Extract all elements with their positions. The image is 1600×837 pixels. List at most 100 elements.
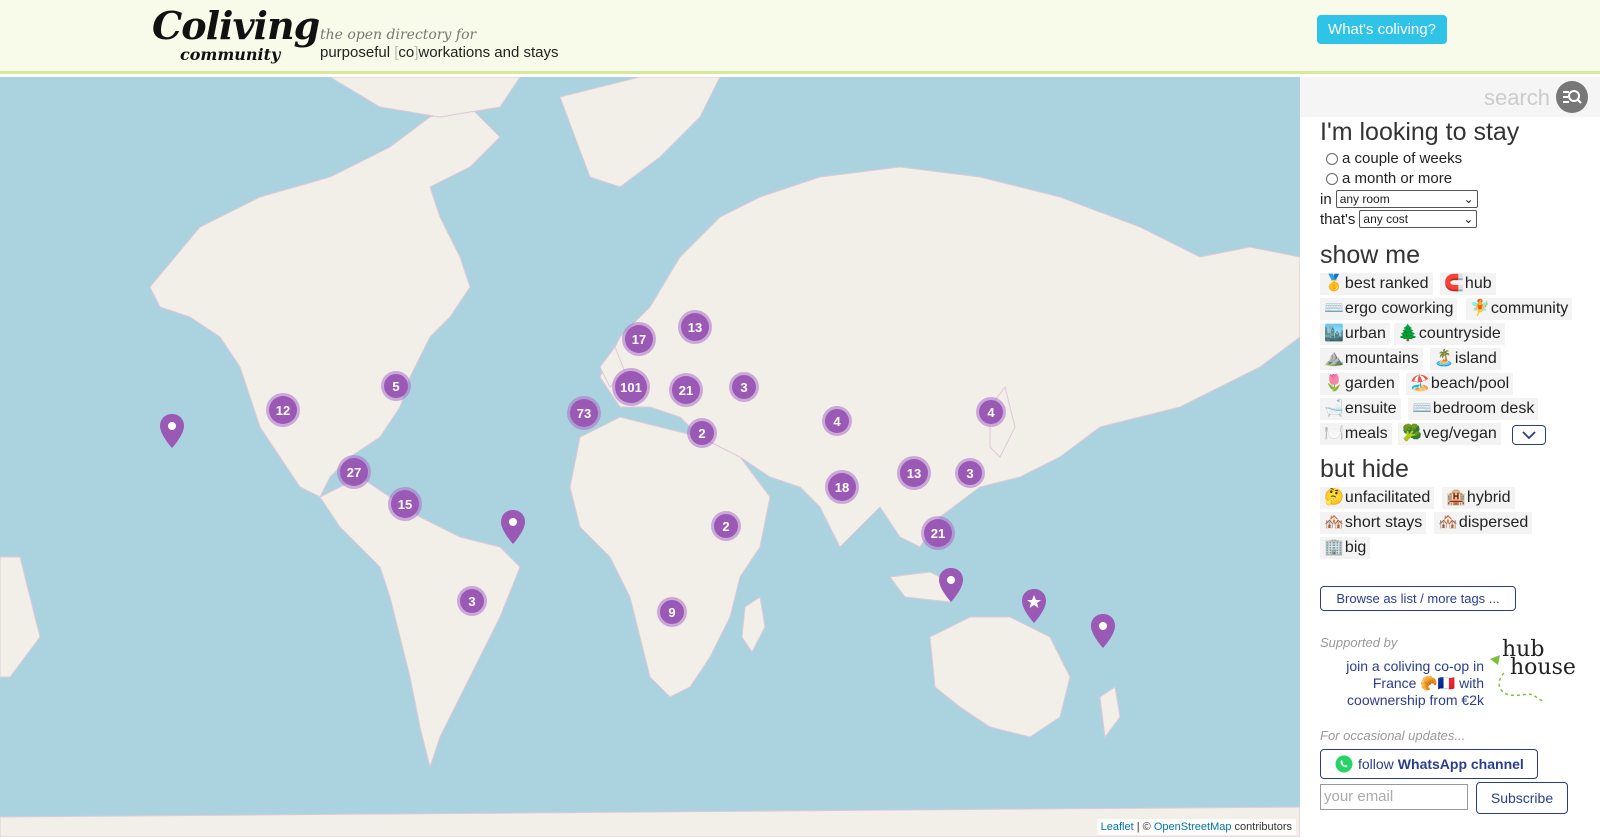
map-cluster-marker[interactable]: 17 [622,322,656,356]
cluster-count: 2 [714,514,738,538]
map-cluster-marker[interactable]: 4 [822,406,852,436]
tag-label: urban [1344,325,1386,342]
map-marker-pin[interactable] [159,413,185,449]
cluster-count: 21 [924,519,952,547]
tag-label: beach/pool [1430,375,1510,392]
map-cluster-marker[interactable]: 21 [669,373,703,407]
tag-label: island [1454,350,1497,367]
filter-tag-show[interactable]: 🛁ensuite [1320,398,1401,420]
world-map[interactable]: 12 5 27 15 3 17 13 101 21 3 73 2 4 18 13 3 4 21 2 9 Leaflet… [0,77,1300,837]
option-month-or-more[interactable]: a month or more [1326,170,1452,187]
map-cluster-marker[interactable]: 5 [381,371,411,401]
map-cluster-marker[interactable]: 27 [337,455,371,489]
cluster-count: 13 [900,459,928,487]
radio-weeks[interactable] [1326,152,1338,165]
filter-tag-show[interactable]: ⌨️ergo coworking [1320,298,1458,320]
filter-tag-hide[interactable]: 🏘️short stays [1320,512,1427,534]
map-cluster-marker[interactable]: 13 [897,456,931,490]
cluster-count: 18 [828,473,856,501]
search-bar[interactable]: search [1300,77,1600,117]
subscribe-button[interactable]: Subscribe [1476,782,1568,814]
tag-label: best ranked [1344,275,1429,292]
map-marker-pin[interactable] [938,567,964,603]
search-input[interactable]: search [1484,85,1550,111]
filter-tag-show[interactable]: 🏙️urban [1320,323,1390,345]
tag-emoji-icon: 🏢 [1324,539,1344,556]
chevron-down-icon [1522,431,1536,440]
tag-emoji-icon: 🧲 [1444,275,1464,292]
tag-label: veg/vegan [1422,425,1497,442]
cluster-count: 17 [625,325,653,353]
whats-coliving-button[interactable]: What's coliving? [1317,15,1447,44]
tag-label: hub [1464,275,1492,292]
map-cluster-marker[interactable]: 15 [388,487,422,521]
tag-label: community [1490,300,1569,317]
map-cluster-marker[interactable]: 13 [678,310,712,344]
filter-tag-show[interactable]: 🏖️beach/pool [1406,373,1514,395]
cluster-count: 3 [732,375,756,399]
map-cluster-marker[interactable]: 4 [976,397,1006,427]
tag-emoji-icon: 🥦 [1402,425,1422,442]
search-button[interactable] [1556,81,1588,113]
cluster-count: 4 [825,409,849,433]
email-input[interactable]: your email [1320,784,1468,810]
filter-tag-show[interactable]: ⌨️bedroom desk [1408,398,1539,420]
map-land [0,77,1300,837]
map-cluster-marker[interactable]: 73 [567,396,601,430]
map-marker-pin[interactable] [1090,613,1116,649]
site-logo[interactable]: Coliving community [152,3,320,64]
tag-label: meals [1344,425,1388,442]
more-tags-button[interactable] [1512,425,1546,445]
hubhouse-logo[interactable]: hub house [1490,637,1590,707]
whatsapp-channel-button[interactable]: follow WhatsApp channel [1320,749,1538,779]
cluster-count: 3 [958,461,982,485]
show-me-heading: show me [1320,241,1421,269]
filter-sidebar: search I'm looking to stay a couple of w… [1300,77,1600,837]
filter-tag-show[interactable]: 🥦veg/vegan [1398,423,1501,445]
tag-label: unfacilitated [1344,489,1431,506]
map-marker-star-pin[interactable] [1021,588,1047,624]
option-couple-of-weeks[interactable]: a couple of weeks [1326,150,1462,167]
browse-list-button[interactable]: Browse as list / more tags ... [1320,586,1516,611]
filter-tag-hide[interactable]: 🏢big [1320,537,1371,559]
filter-tag-hide[interactable]: 🏨hybrid [1442,487,1515,509]
updates-label: For occasional updates... [1320,728,1466,743]
filter-tag-show[interactable]: 🧲hub [1440,273,1496,295]
map-cluster-marker[interactable]: 9 [657,597,687,627]
map-cluster-marker[interactable]: 101 [612,368,650,406]
cluster-count: 5 [384,374,408,398]
radio-month[interactable] [1326,172,1338,185]
leaflet-link[interactable]: Leaflet [1101,821,1134,833]
map-cluster-marker[interactable]: 3 [457,586,487,616]
cost-select[interactable]: any cost ⌄ [1359,210,1478,228]
tag-label: mountains [1344,350,1419,367]
filter-tag-show[interactable]: 🍽️meals [1320,423,1392,445]
filter-tag-show[interactable]: 🏝️island [1430,348,1501,370]
chevron-down-icon: ⌄ [1463,192,1474,206]
filter-tag-hide[interactable]: 🤔unfacilitated [1320,487,1435,509]
map-cluster-marker[interactable]: 2 [711,511,741,541]
map-cluster-marker[interactable]: 18 [825,470,859,504]
filter-tag-show[interactable]: 🥇best ranked [1320,273,1433,295]
map-cluster-marker[interactable]: 3 [955,458,985,488]
map-cluster-marker[interactable]: 21 [921,516,955,550]
logo-word-coliving: Coliving [152,3,320,48]
filter-tag-show[interactable]: 🌲countryside [1394,323,1505,345]
sponsor-promo-link[interactable]: join a coliving co-op in France 🥐🇫🇷 with… [1324,658,1484,709]
tag-emoji-icon: ⌨️ [1412,400,1432,417]
cost-select-row: that's any cost ⌄ [1320,210,1478,228]
filter-tag-show[interactable]: 🧚community [1466,298,1573,320]
map-cluster-marker[interactable]: 12 [266,393,300,427]
map-cluster-marker[interactable]: 3 [729,372,759,402]
openstreetmap-link[interactable]: OpenStreetMap [1154,821,1232,833]
filter-tag-show[interactable]: 🌷garden [1320,373,1399,395]
tagline-line2: purposeful [co]workations and stays [320,44,559,61]
filter-tag-hide[interactable]: 🏘️dispersed [1434,512,1533,534]
map-marker-pin[interactable] [500,509,526,545]
tag-label: hybrid [1466,489,1511,506]
filter-tag-show[interactable]: ⛰️mountains [1320,348,1423,370]
room-select[interactable]: any room ⌄ [1335,190,1478,208]
map-cluster-marker[interactable]: 2 [687,418,717,448]
stay-heading: I'm looking to stay [1320,118,1520,146]
tag-emoji-icon: 🏨 [1446,489,1466,506]
